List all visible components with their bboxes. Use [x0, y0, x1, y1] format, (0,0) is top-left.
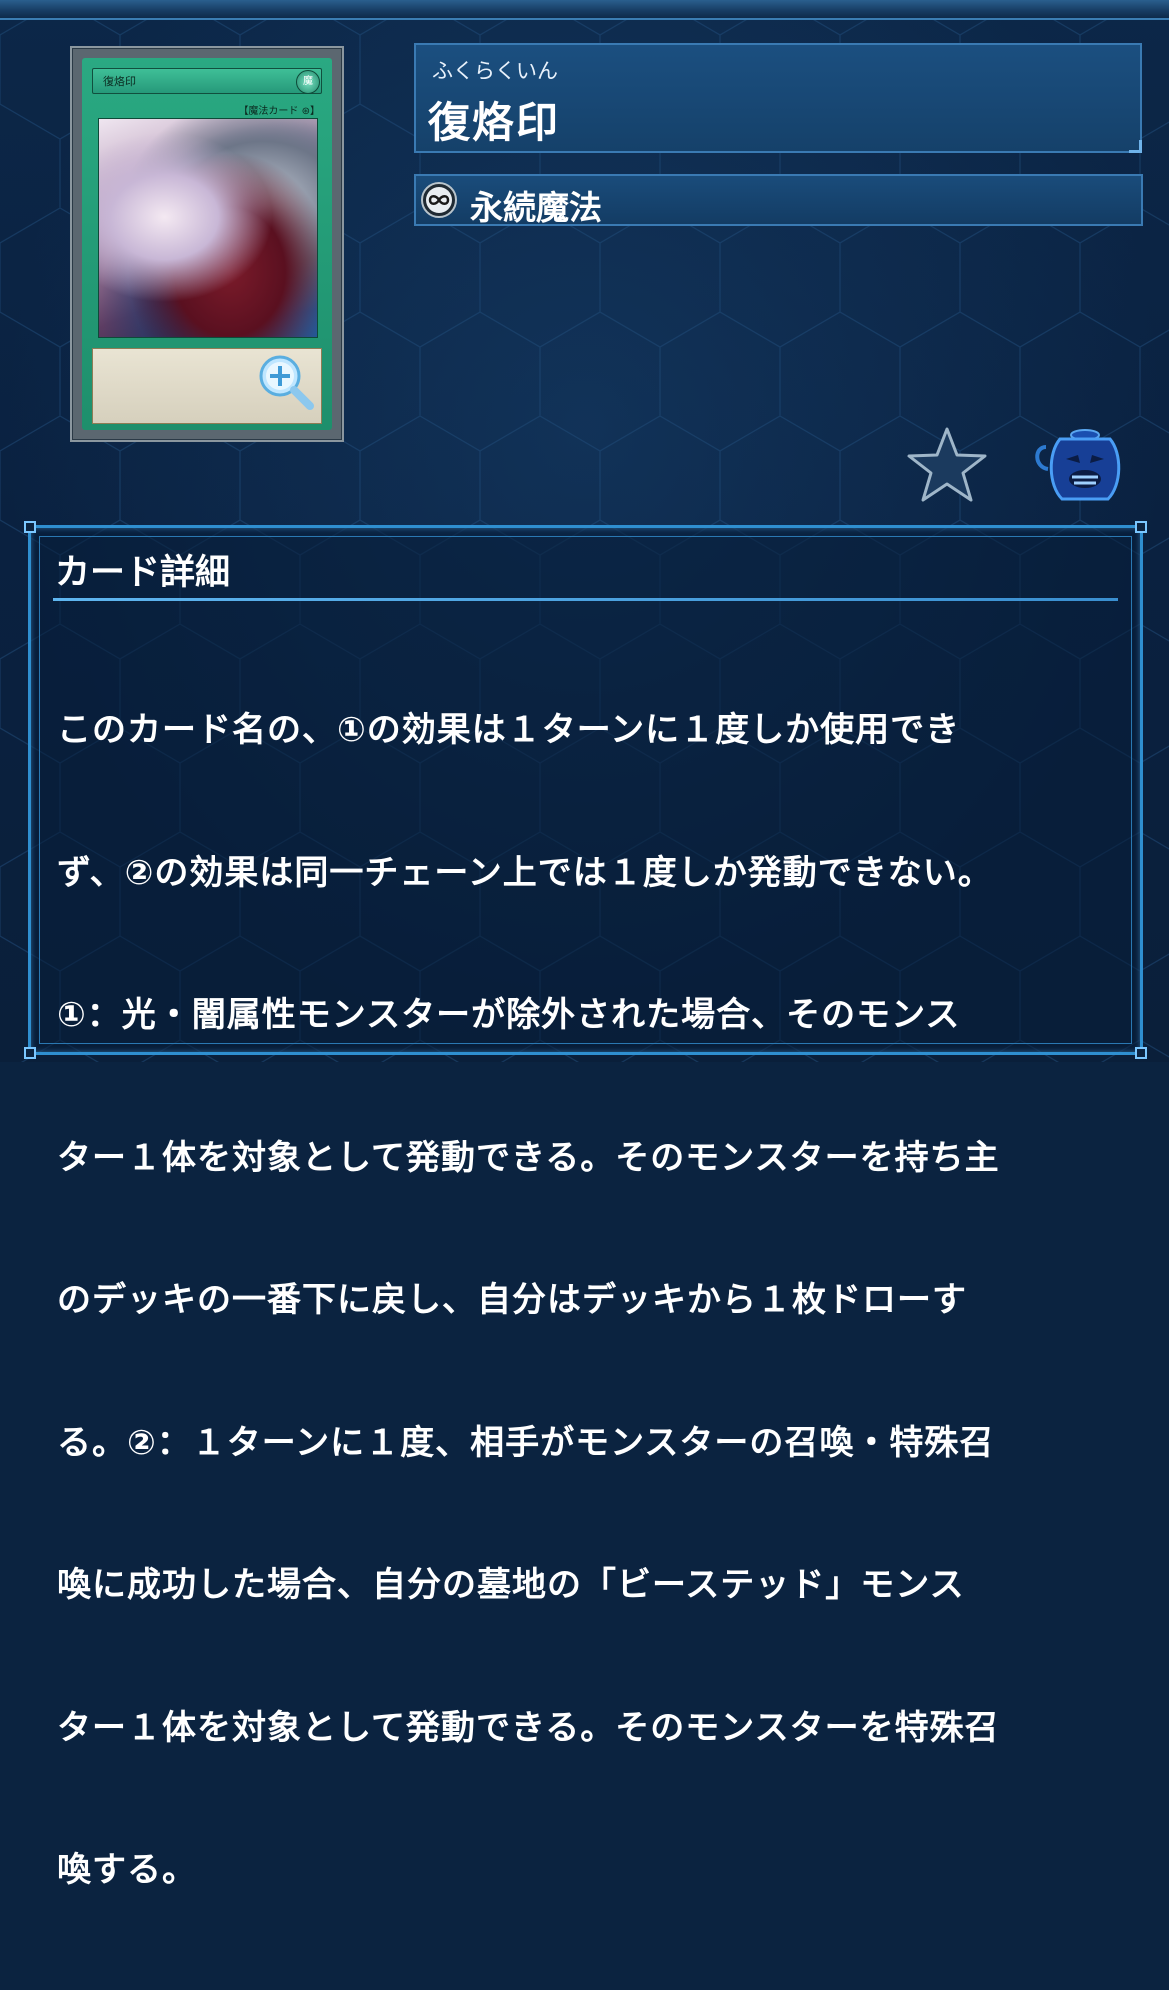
zoom-in-icon[interactable]	[254, 350, 318, 414]
effect-text-line: のデッキの一番下に戻し、自分はデッキから１枚ドローす	[57, 1280, 967, 1320]
effect-text-line: ず、②の効果は同一チェーン上では１度しか発動できない。	[57, 852, 993, 893]
card-detail-panel: カード詳細 このカード名の、①の効果は１ターンに１度しか使用でき ず、②の効果は…	[24, 521, 1147, 1890]
top-bar	[0, 0, 1169, 20]
card-name: 復烙印	[428, 98, 561, 147]
corner-ornament	[1135, 521, 1147, 533]
card-detail-divider	[53, 598, 1118, 601]
card-type-panel: 永続魔法	[414, 174, 1143, 227]
card-type-label: 永続魔法	[470, 188, 602, 227]
card-name-ruby: ふくらくいん	[432, 59, 558, 83]
card-effect-text: このカード名の、①の効果は１ターンに１度しか使用でき ず、②の効果は同一チェーン…	[57, 612, 1117, 1990]
card-artwork	[98, 118, 318, 338]
card-thumb-name: 復烙印	[92, 68, 322, 94]
infinity-icon	[421, 182, 457, 218]
effect-text-line: ター１体を対象として発動できる。そのモンスターを持ち主	[57, 1137, 1000, 1178]
card-detail-heading: カード詳細	[55, 553, 231, 593]
star-icon[interactable]	[906, 425, 988, 503]
effect-text-line: 喚に成功した場合、自分の墓地の「ビーステッド」モンス	[57, 1565, 965, 1605]
effect-text-line: る。②：１ターンに１度、相手がモンスターの召喚・特殊召	[57, 1422, 995, 1463]
card-attribute-icon: 魔	[296, 70, 320, 94]
corner-ornament	[1135, 1047, 1147, 1059]
card-thumb-type-line: 【魔法カード ⊛】	[238, 106, 320, 117]
card-thumbnail[interactable]: 復烙印 魔 【魔法カード ⊛】	[70, 46, 344, 442]
effect-text-line: ①：光・闇属性モンスターが除外された場合、そのモンス	[57, 995, 961, 1035]
corner-ornament	[24, 521, 36, 533]
effect-text-line: ター１体を対象として発動できる。そのモンスターを特殊召	[57, 1707, 1000, 1748]
card-name-panel: ふくらくいん 復烙印	[414, 43, 1142, 153]
effect-text-line: 喚する。	[57, 1850, 197, 1890]
corner-ornament	[24, 1047, 36, 1059]
effect-text-line: このカード名の、①の効果は１ターンに１度しか使用でき	[57, 710, 961, 750]
pot-of-greed-icon[interactable]	[1030, 425, 1125, 505]
